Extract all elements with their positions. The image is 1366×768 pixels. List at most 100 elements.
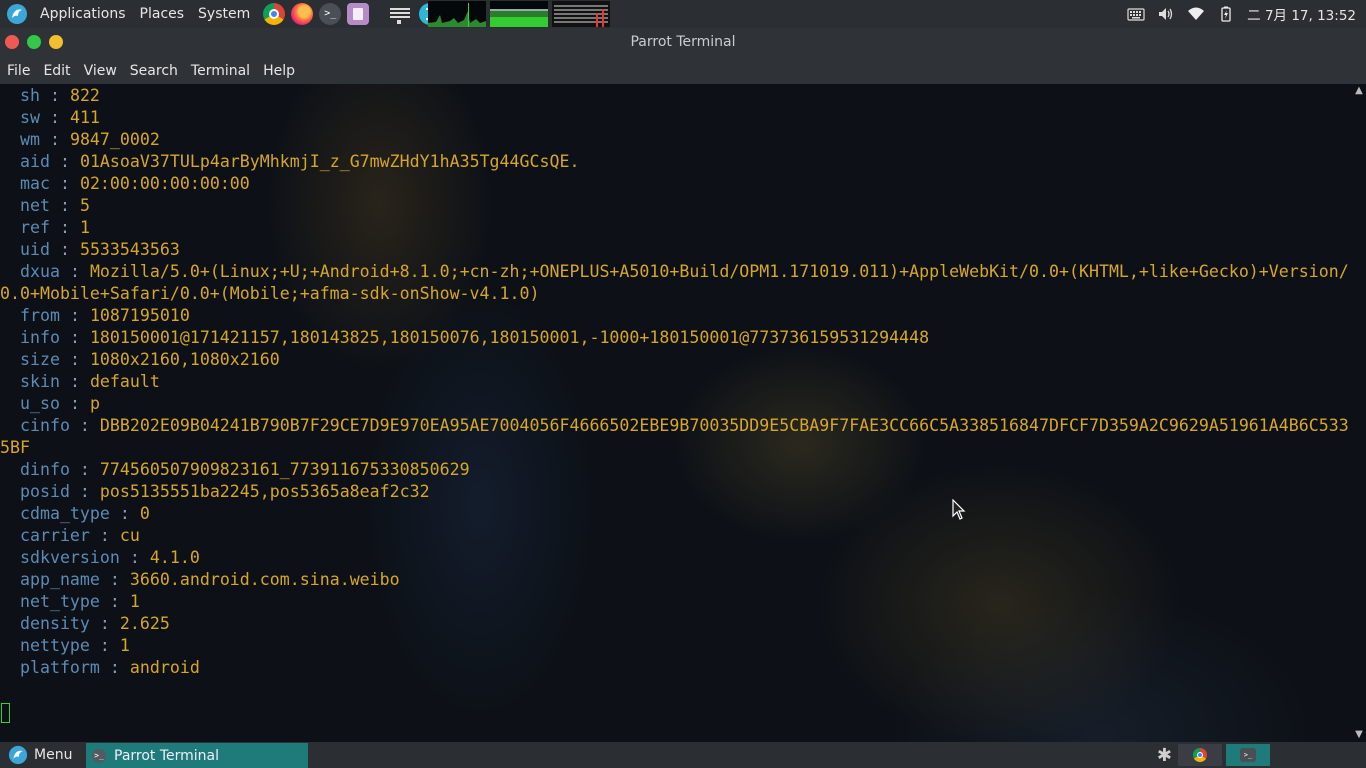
field-separator: : (99, 658, 130, 677)
field-separator: : (59, 306, 90, 325)
terminal-line: platform : android (0, 657, 1352, 679)
field-key: carrier (19, 526, 90, 545)
battery-icon[interactable] (1217, 6, 1235, 22)
terminal-scrollbar[interactable]: ▲ ▼ (1352, 84, 1366, 742)
menu-edit[interactable]: Edit (37, 63, 76, 79)
field-value: 4.1.0 (149, 548, 200, 567)
system-menu[interactable]: System (198, 6, 250, 22)
field-key: from (19, 306, 60, 325)
field-value: 3660.android.com.sina.weibo (129, 570, 400, 589)
terminal-line: uid : 5533543563 (0, 239, 1352, 261)
field-separator: : (59, 372, 90, 391)
window-title: Parrot Terminal (630, 34, 736, 50)
field-value: p (89, 394, 100, 413)
scroll-down-icon[interactable]: ▼ (1354, 730, 1364, 740)
terminal-line: sw : 411 (0, 107, 1352, 129)
cpu-monitor[interactable] (428, 1, 486, 27)
field-separator: : (109, 504, 140, 523)
field-value: 411 (69, 108, 100, 127)
terminal-line: ref : 1 (0, 217, 1352, 239)
firefox-icon[interactable] (291, 3, 314, 25)
terminal-line: u_so : p (0, 393, 1352, 415)
parrot-logo-icon[interactable] (6, 3, 28, 25)
line-continuation: 0.0+Mobile+Safari/0.0+(Mobile;+afma-sdk-… (0, 284, 540, 303)
terminal-line: density : 2.625 (0, 613, 1352, 635)
field-separator: : (119, 548, 150, 567)
field-key: sdkversion (19, 548, 120, 567)
volume-icon[interactable] (1157, 6, 1175, 22)
field-value: 1 (119, 636, 130, 655)
asterisk-icon[interactable]: ✱ (1157, 745, 1172, 766)
terminal-area[interactable]: sh : 822 sw : 411 wm : 9847_0002 aid : 0… (0, 84, 1366, 742)
terminal-line: mac : 02:00:00:00:00:00 (0, 173, 1352, 195)
window-titlebar[interactable]: Parrot Terminal (0, 28, 1366, 57)
terminal-line: cdma_type : 0 (0, 503, 1352, 525)
menu-label: Menu (34, 747, 73, 763)
menu-file[interactable]: File (1, 63, 36, 79)
terminal-menubar: File Edit View Search Terminal Help (0, 57, 1366, 84)
field-value: 1 (129, 592, 140, 611)
menu-help[interactable]: Help (257, 63, 301, 79)
network-connect-icon[interactable] (388, 3, 412, 25)
menu-search[interactable]: Search (124, 63, 184, 79)
field-key: skin (19, 372, 60, 391)
field-key: sw (19, 108, 40, 127)
terminal-line: cinfo : DBB202E09B04241B790B7F29CE7D9E97… (0, 415, 1352, 437)
field-separator: : (59, 262, 90, 281)
terminal-icon[interactable]: >_ (319, 3, 342, 25)
menu-terminal[interactable]: Terminal (185, 63, 256, 79)
field-value: 9847_0002 (69, 130, 160, 149)
terminal-small-icon: >_ (1240, 748, 1256, 762)
field-separator: : (49, 240, 80, 259)
terminal-line: net_type : 1 (0, 591, 1352, 613)
field-value: 2.625 (119, 614, 170, 633)
field-value: DBB202E09B04241B790B7F29CE7D9E970EA95AE7… (99, 416, 1349, 435)
field-separator: : (59, 350, 90, 369)
terminal-line: aid : 01AsoaV37TULp4arByMhkmjI_z_G7mwZHd… (0, 151, 1352, 173)
field-separator: : (59, 328, 90, 347)
clock[interactable]: 二 7月 17, 13:52 (1247, 4, 1356, 24)
field-key: posid (19, 482, 70, 501)
workspace-terminal[interactable]: >_ (1226, 744, 1270, 766)
field-value: 774560507909823161_773911675330850629 (99, 460, 470, 479)
bottom-panel: Menu >_ Parrot Terminal ✱ >_ (0, 742, 1366, 768)
field-separator: : (49, 174, 80, 193)
field-separator: : (89, 526, 120, 545)
terminal-line: from : 1087195010 (0, 305, 1352, 327)
terminal-line: dinfo : 774560507909823161_7739116753308… (0, 459, 1352, 481)
field-separator: : (59, 394, 90, 413)
field-value: android (129, 658, 200, 677)
menu-view[interactable]: View (78, 63, 123, 79)
field-key: ref (19, 218, 50, 237)
field-key: uid (19, 240, 50, 259)
field-key: nettype (19, 636, 90, 655)
taskbar-item-parrot-terminal[interactable]: >_ Parrot Terminal (86, 743, 308, 768)
places-menu[interactable]: Places (140, 6, 185, 22)
top-panel: Applications Places System >_ 二 7月 17, 1… (0, 0, 1366, 28)
field-key: size (19, 350, 60, 369)
field-separator: : (49, 196, 80, 215)
terminal-line: net : 5 (0, 195, 1352, 217)
keyboard-icon[interactable] (1127, 6, 1145, 22)
field-key: sh (19, 86, 40, 105)
field-value: Mozilla/5.0+(Linux;+U;+Android+8.1.0;+cn… (89, 262, 1349, 281)
field-key: net_type (19, 592, 100, 611)
field-separator: : (49, 152, 80, 171)
applications-menu[interactable]: Applications (40, 6, 126, 22)
field-separator: : (89, 614, 120, 633)
bottom-menu-button[interactable]: Menu (0, 742, 72, 768)
terminal-output: sh : 822 sw : 411 wm : 9847_0002 aid : 0… (0, 85, 1352, 679)
memory-monitor[interactable] (490, 1, 548, 27)
wifi-icon[interactable] (1187, 6, 1205, 22)
field-separator: : (69, 482, 100, 501)
field-separator: : (49, 218, 80, 237)
chrome-icon[interactable] (263, 3, 286, 25)
field-value: default (89, 372, 160, 391)
text-editor-icon[interactable] (347, 3, 370, 25)
workspace-chrome[interactable] (1178, 744, 1222, 766)
field-separator: : (39, 86, 70, 105)
scroll-up-icon[interactable]: ▲ (1354, 86, 1364, 96)
field-key: app_name (19, 570, 100, 589)
terminal-line: 0.0+Mobile+Safari/0.0+(Mobile;+afma-sdk-… (0, 283, 1352, 305)
network-monitor[interactable] (552, 1, 610, 27)
